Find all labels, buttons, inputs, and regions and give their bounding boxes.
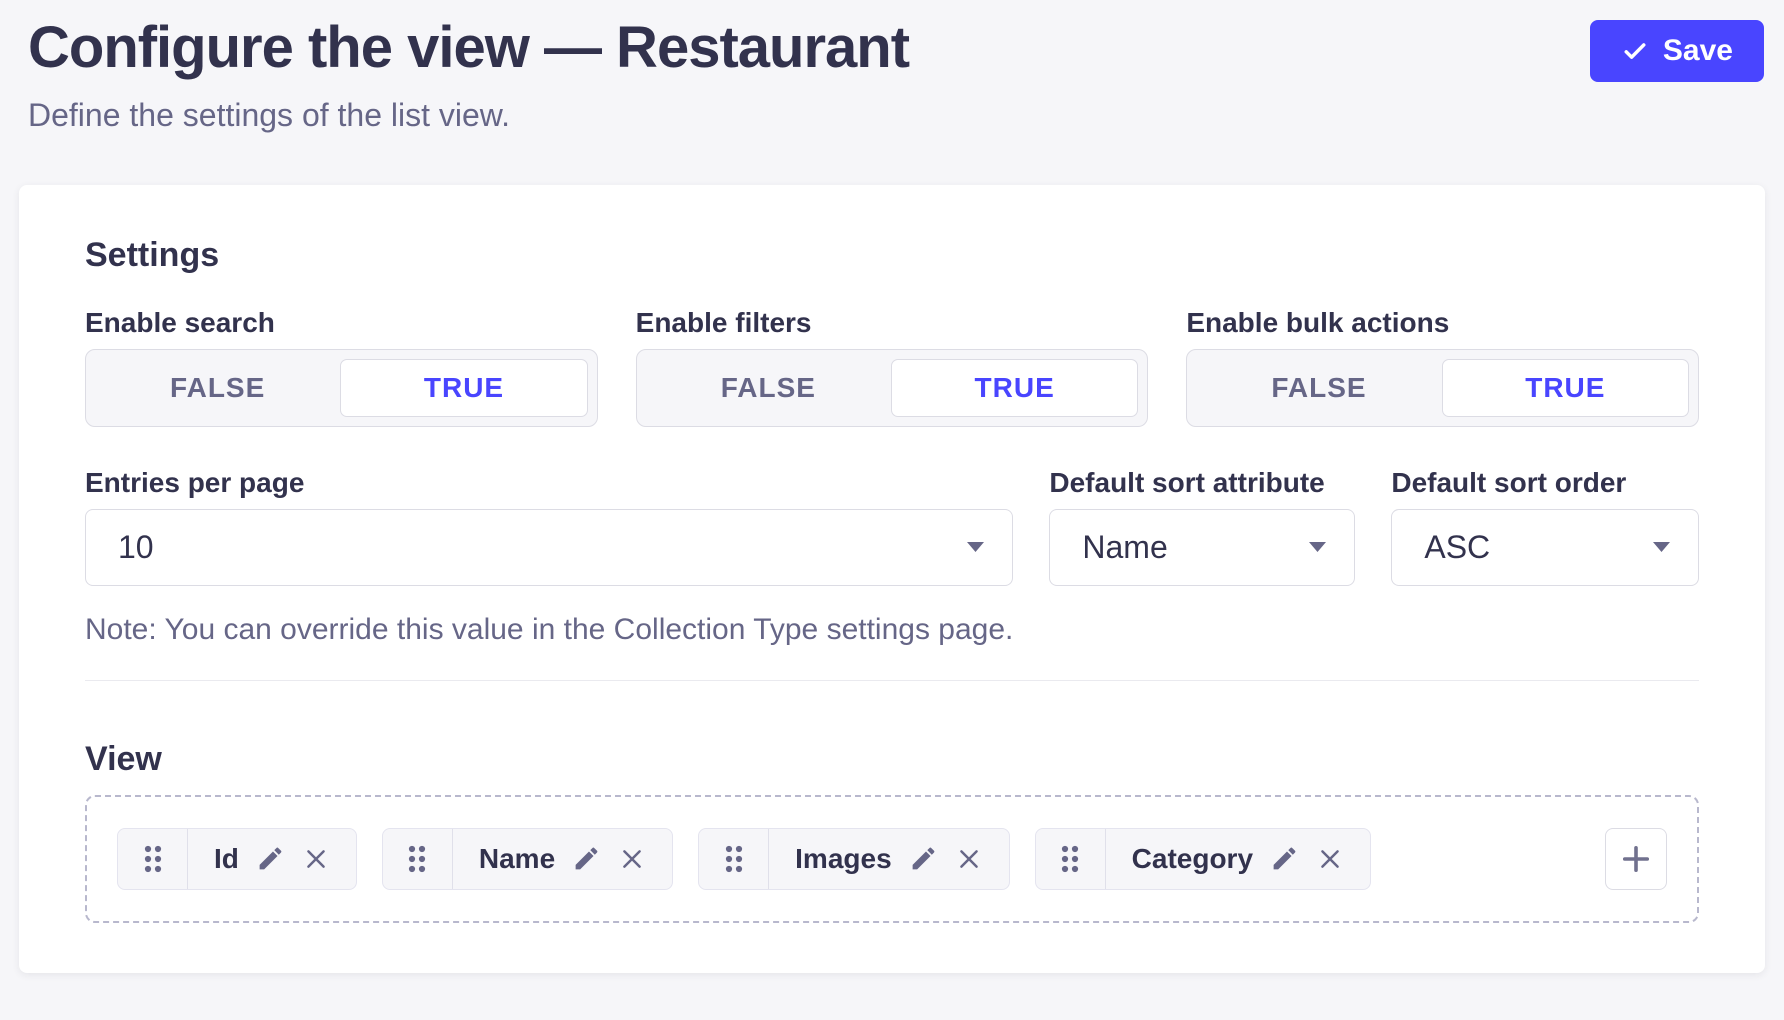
add-field-button[interactable] <box>1605 828 1667 890</box>
save-button[interactable]: Save <box>1590 20 1764 82</box>
enable-filters-toggle[interactable]: FALSE TRUE <box>636 349 1149 427</box>
default-sort-order-label: Default sort order <box>1391 467 1699 499</box>
enable-search-true-option[interactable]: TRUE <box>340 359 587 417</box>
page-header: Configure the view — Restaurant Define t… <box>0 0 1784 134</box>
settings-section-title: Settings <box>85 235 1699 275</box>
enable-filters-true-option[interactable]: TRUE <box>891 359 1138 417</box>
pencil-icon[interactable] <box>256 844 285 873</box>
save-button-label: Save <box>1663 34 1733 68</box>
chip-label: Name <box>479 843 555 875</box>
section-divider <box>85 680 1699 681</box>
drag-handle-icon[interactable] <box>699 829 769 889</box>
entries-per-page-select[interactable]: 10 <box>85 509 1013 586</box>
enable-bulk-actions-false-option[interactable]: FALSE <box>1196 359 1441 417</box>
default-sort-order-value: ASC <box>1424 529 1490 566</box>
entries-per-page-field: Entries per page 10 Note: You can overri… <box>85 467 1013 648</box>
page-header-text: Configure the view — Restaurant Define t… <box>28 18 909 134</box>
entries-per-page-note: Note: You can override this value in the… <box>85 612 1013 648</box>
enable-search-false-option[interactable]: FALSE <box>95 359 340 417</box>
enable-filters-label: Enable filters <box>636 307 1149 339</box>
drag-handle-icon[interactable] <box>383 829 453 889</box>
enable-filters-field: Enable filters FALSE TRUE <box>636 307 1149 427</box>
enable-search-toggle[interactable]: FALSE TRUE <box>85 349 598 427</box>
chevron-down-icon <box>1309 542 1326 552</box>
enable-filters-false-option[interactable]: FALSE <box>646 359 891 417</box>
chevron-down-icon <box>1653 542 1670 552</box>
view-section-title: View <box>85 739 1699 779</box>
close-icon[interactable] <box>302 845 330 873</box>
field-layout-area: Id <box>85 795 1699 923</box>
default-sort-attribute-label: Default sort attribute <box>1049 467 1355 499</box>
default-sort-order-select[interactable]: ASC <box>1391 509 1699 586</box>
check-icon <box>1621 37 1649 65</box>
close-icon[interactable] <box>1316 845 1344 873</box>
chip-body: Images <box>769 829 1009 889</box>
field-chip-category[interactable]: Category <box>1035 828 1371 890</box>
page-title: Configure the view — Restaurant <box>28 18 909 79</box>
plus-icon <box>1618 841 1654 877</box>
settings-toggles-row: Enable search FALSE TRUE Enable filters … <box>85 307 1699 427</box>
default-sort-attribute-field: Default sort attribute Name <box>1049 467 1355 648</box>
pencil-icon[interactable] <box>1270 844 1299 873</box>
entries-per-page-value: 10 <box>118 529 154 566</box>
default-sort-attribute-select[interactable]: Name <box>1049 509 1355 586</box>
chip-body: Name <box>453 829 672 889</box>
enable-bulk-actions-field: Enable bulk actions FALSE TRUE <box>1186 307 1699 427</box>
close-icon[interactable] <box>618 845 646 873</box>
chip-label: Id <box>214 843 239 875</box>
enable-bulk-actions-toggle[interactable]: FALSE TRUE <box>1186 349 1699 427</box>
enable-search-field: Enable search FALSE TRUE <box>85 307 598 427</box>
configure-view-card: Settings Enable search FALSE TRUE Enable… <box>19 185 1765 973</box>
chip-label: Category <box>1132 843 1253 875</box>
chip-body: Category <box>1106 829 1370 889</box>
field-chip-images[interactable]: Images <box>698 828 1010 890</box>
drag-handle-icon[interactable] <box>118 829 188 889</box>
enable-search-label: Enable search <box>85 307 598 339</box>
settings-selects-row: Entries per page 10 Note: You can overri… <box>85 467 1699 648</box>
close-icon[interactable] <box>955 845 983 873</box>
entries-per-page-label: Entries per page <box>85 467 1013 499</box>
page-subtitle: Define the settings of the list view. <box>28 97 909 134</box>
pencil-icon[interactable] <box>909 844 938 873</box>
chevron-down-icon <box>967 542 984 552</box>
chip-body: Id <box>188 829 356 889</box>
field-chip-id[interactable]: Id <box>117 828 357 890</box>
pencil-icon[interactable] <box>572 844 601 873</box>
drag-handle-icon[interactable] <box>1036 829 1106 889</box>
default-sort-order-field: Default sort order ASC <box>1391 467 1699 648</box>
field-chip-name[interactable]: Name <box>382 828 673 890</box>
default-sort-attribute-value: Name <box>1082 529 1167 566</box>
enable-bulk-actions-label: Enable bulk actions <box>1186 307 1699 339</box>
chip-label: Images <box>795 843 892 875</box>
enable-bulk-actions-true-option[interactable]: TRUE <box>1442 359 1689 417</box>
